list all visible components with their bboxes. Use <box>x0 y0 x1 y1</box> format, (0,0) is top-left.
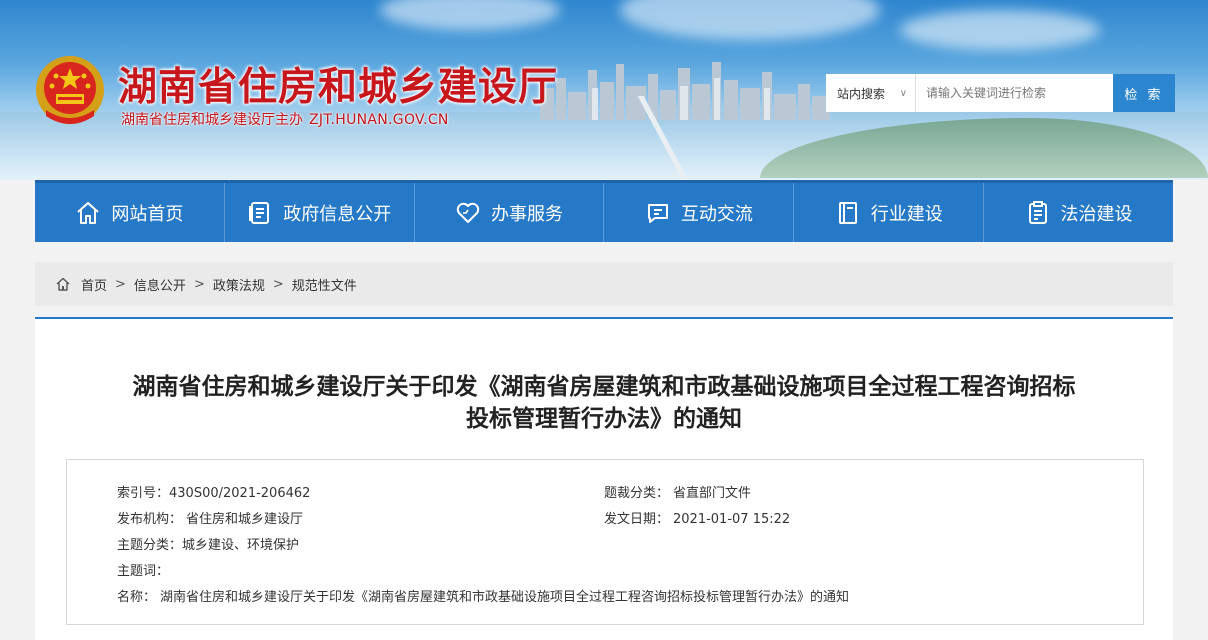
search-scope-select[interactable]: 站内搜索 ∨ <box>826 74 916 112</box>
nav-item-label: 互动交流 <box>680 203 753 225</box>
nav-item-services[interactable]: 办事服务 <box>415 183 605 242</box>
nav-item-label: 法治建设 <box>1060 203 1133 225</box>
meta-index: 索引号：430S00/2021-206462 <box>117 482 310 501</box>
meta-publisher: 发布机构： 省住房和城乡建设厅 <box>117 508 303 527</box>
clipboard-icon <box>1028 200 1047 224</box>
meta-index-value: 430S00/2021-206462 <box>169 486 311 501</box>
heart-icon <box>456 202 480 223</box>
breadcrumb-home[interactable]: 首页 <box>81 275 107 294</box>
nav-item-label: 行业建设 <box>870 203 943 225</box>
nav-item-label: 政府信息公开 <box>283 203 392 225</box>
site-url: ZJT.HUNAN.GOV.CN <box>309 112 449 128</box>
breadcrumb-info-public[interactable]: 信息公开 <box>134 275 186 294</box>
nav-item-home[interactable]: 网站首页 <box>35 183 225 242</box>
site-title[interactable]: 湖南省住房和城乡建设厅 <box>118 56 558 112</box>
meta-keywords: 主题词： <box>117 560 169 579</box>
nav-item-legal[interactable]: 法治建设 <box>984 183 1173 242</box>
article-title-line1: 湖南省住房和城乡建设厅关于印发《湖南省房屋建筑和市政基础设施项目全过程工程咨询招… <box>132 374 1076 400</box>
meta-category-label: 题裁分类： <box>604 486 670 501</box>
meta-name-label: 名称： <box>117 590 157 605</box>
site-sponsor: 湖南省住房和城乡建设厅主办 <box>121 112 303 128</box>
breadcrumb-normative-docs[interactable]: 规范性文件 <box>292 275 357 294</box>
chevron-down-icon: ∨ <box>899 87 907 99</box>
home-icon <box>77 201 100 224</box>
meta-topic-value: 城乡建设、环境保护 <box>182 538 300 553</box>
breadcrumb-policy[interactable]: 政策法规 <box>213 275 265 294</box>
meta-index-label: 索引号： <box>117 486 170 501</box>
search-input[interactable] <box>916 74 1113 112</box>
nav-item-industry[interactable]: 行业建设 <box>794 183 985 242</box>
home-icon <box>56 277 70 291</box>
nav-item-label: 网站首页 <box>111 203 184 225</box>
chat-icon <box>647 203 668 223</box>
search-bar: 站内搜索 ∨ 检 索 <box>826 74 1175 112</box>
breadcrumb: 首页 > 信息公开 > 政策法规 > 规范性文件 <box>35 262 1173 306</box>
meta-date-label: 发文日期： <box>604 512 670 527</box>
document-metadata-box: 索引号：430S00/2021-206462 题裁分类： 省直部门文件 发布机构：… <box>66 459 1144 625</box>
meta-category: 题裁分类： 省直部门文件 <box>604 482 751 501</box>
meta-publisher-label: 发布机构： <box>117 512 183 527</box>
breadcrumb-separator: > <box>193 276 205 292</box>
article-panel: 湖南省住房和城乡建设厅关于印发《湖南省房屋建筑和市政基础设施项目全过程工程咨询招… <box>35 317 1173 640</box>
breadcrumb-separator: > <box>272 276 284 292</box>
meta-name: 名称： 湖南省住房和城乡建设厅关于印发《湖南省房屋建筑和市政基础设施项目全过程工程… <box>117 586 849 605</box>
article-title-line2: 投标管理暂行办法》的通知 <box>466 406 742 432</box>
national-emblem <box>36 56 104 124</box>
nav-item-label: 办事服务 <box>491 203 564 225</box>
book-icon <box>838 201 857 224</box>
cloud <box>620 0 880 40</box>
city-skyline <box>540 62 830 120</box>
meta-keywords-label: 主题词： <box>117 564 170 579</box>
meta-name-value: 湖南省住房和城乡建设厅关于印发《湖南省房屋建筑和市政基础设施项目全过程工程咨询招… <box>160 590 850 605</box>
meta-date-value: 2021-01-07 15:22 <box>673 512 791 527</box>
main-nav: 网站首页 政府信息公开 办事服务 互动交流 行业建设 法治建设 <box>35 180 1173 242</box>
search-scope-label: 站内搜索 <box>837 86 886 101</box>
meta-date: 发文日期： 2021-01-07 15:22 <box>604 508 790 527</box>
nav-item-interaction[interactable]: 互动交流 <box>604 183 795 242</box>
meta-topic-label: 主题分类： <box>117 538 183 553</box>
article-title: 湖南省住房和城乡建设厅关于印发《湖南省房屋建筑和市政基础设施项目全过程工程咨询招… <box>55 371 1153 435</box>
site-subtitle: 湖南省住房和城乡建设厅主办 ZJT.HUNAN.GOV.CN <box>121 109 449 129</box>
breadcrumb-separator: > <box>115 276 126 292</box>
meta-publisher-value: 省住房和城乡建设厅 <box>186 512 304 527</box>
meta-topic: 主题分类：城乡建设、环境保护 <box>117 534 299 553</box>
cloud <box>900 10 1100 50</box>
cloud <box>380 0 560 30</box>
document-icon <box>249 201 270 224</box>
search-button[interactable]: 检 索 <box>1113 74 1175 112</box>
nav-item-gov-info[interactable]: 政府信息公开 <box>225 183 415 242</box>
meta-category-value: 省直部门文件 <box>673 486 752 501</box>
